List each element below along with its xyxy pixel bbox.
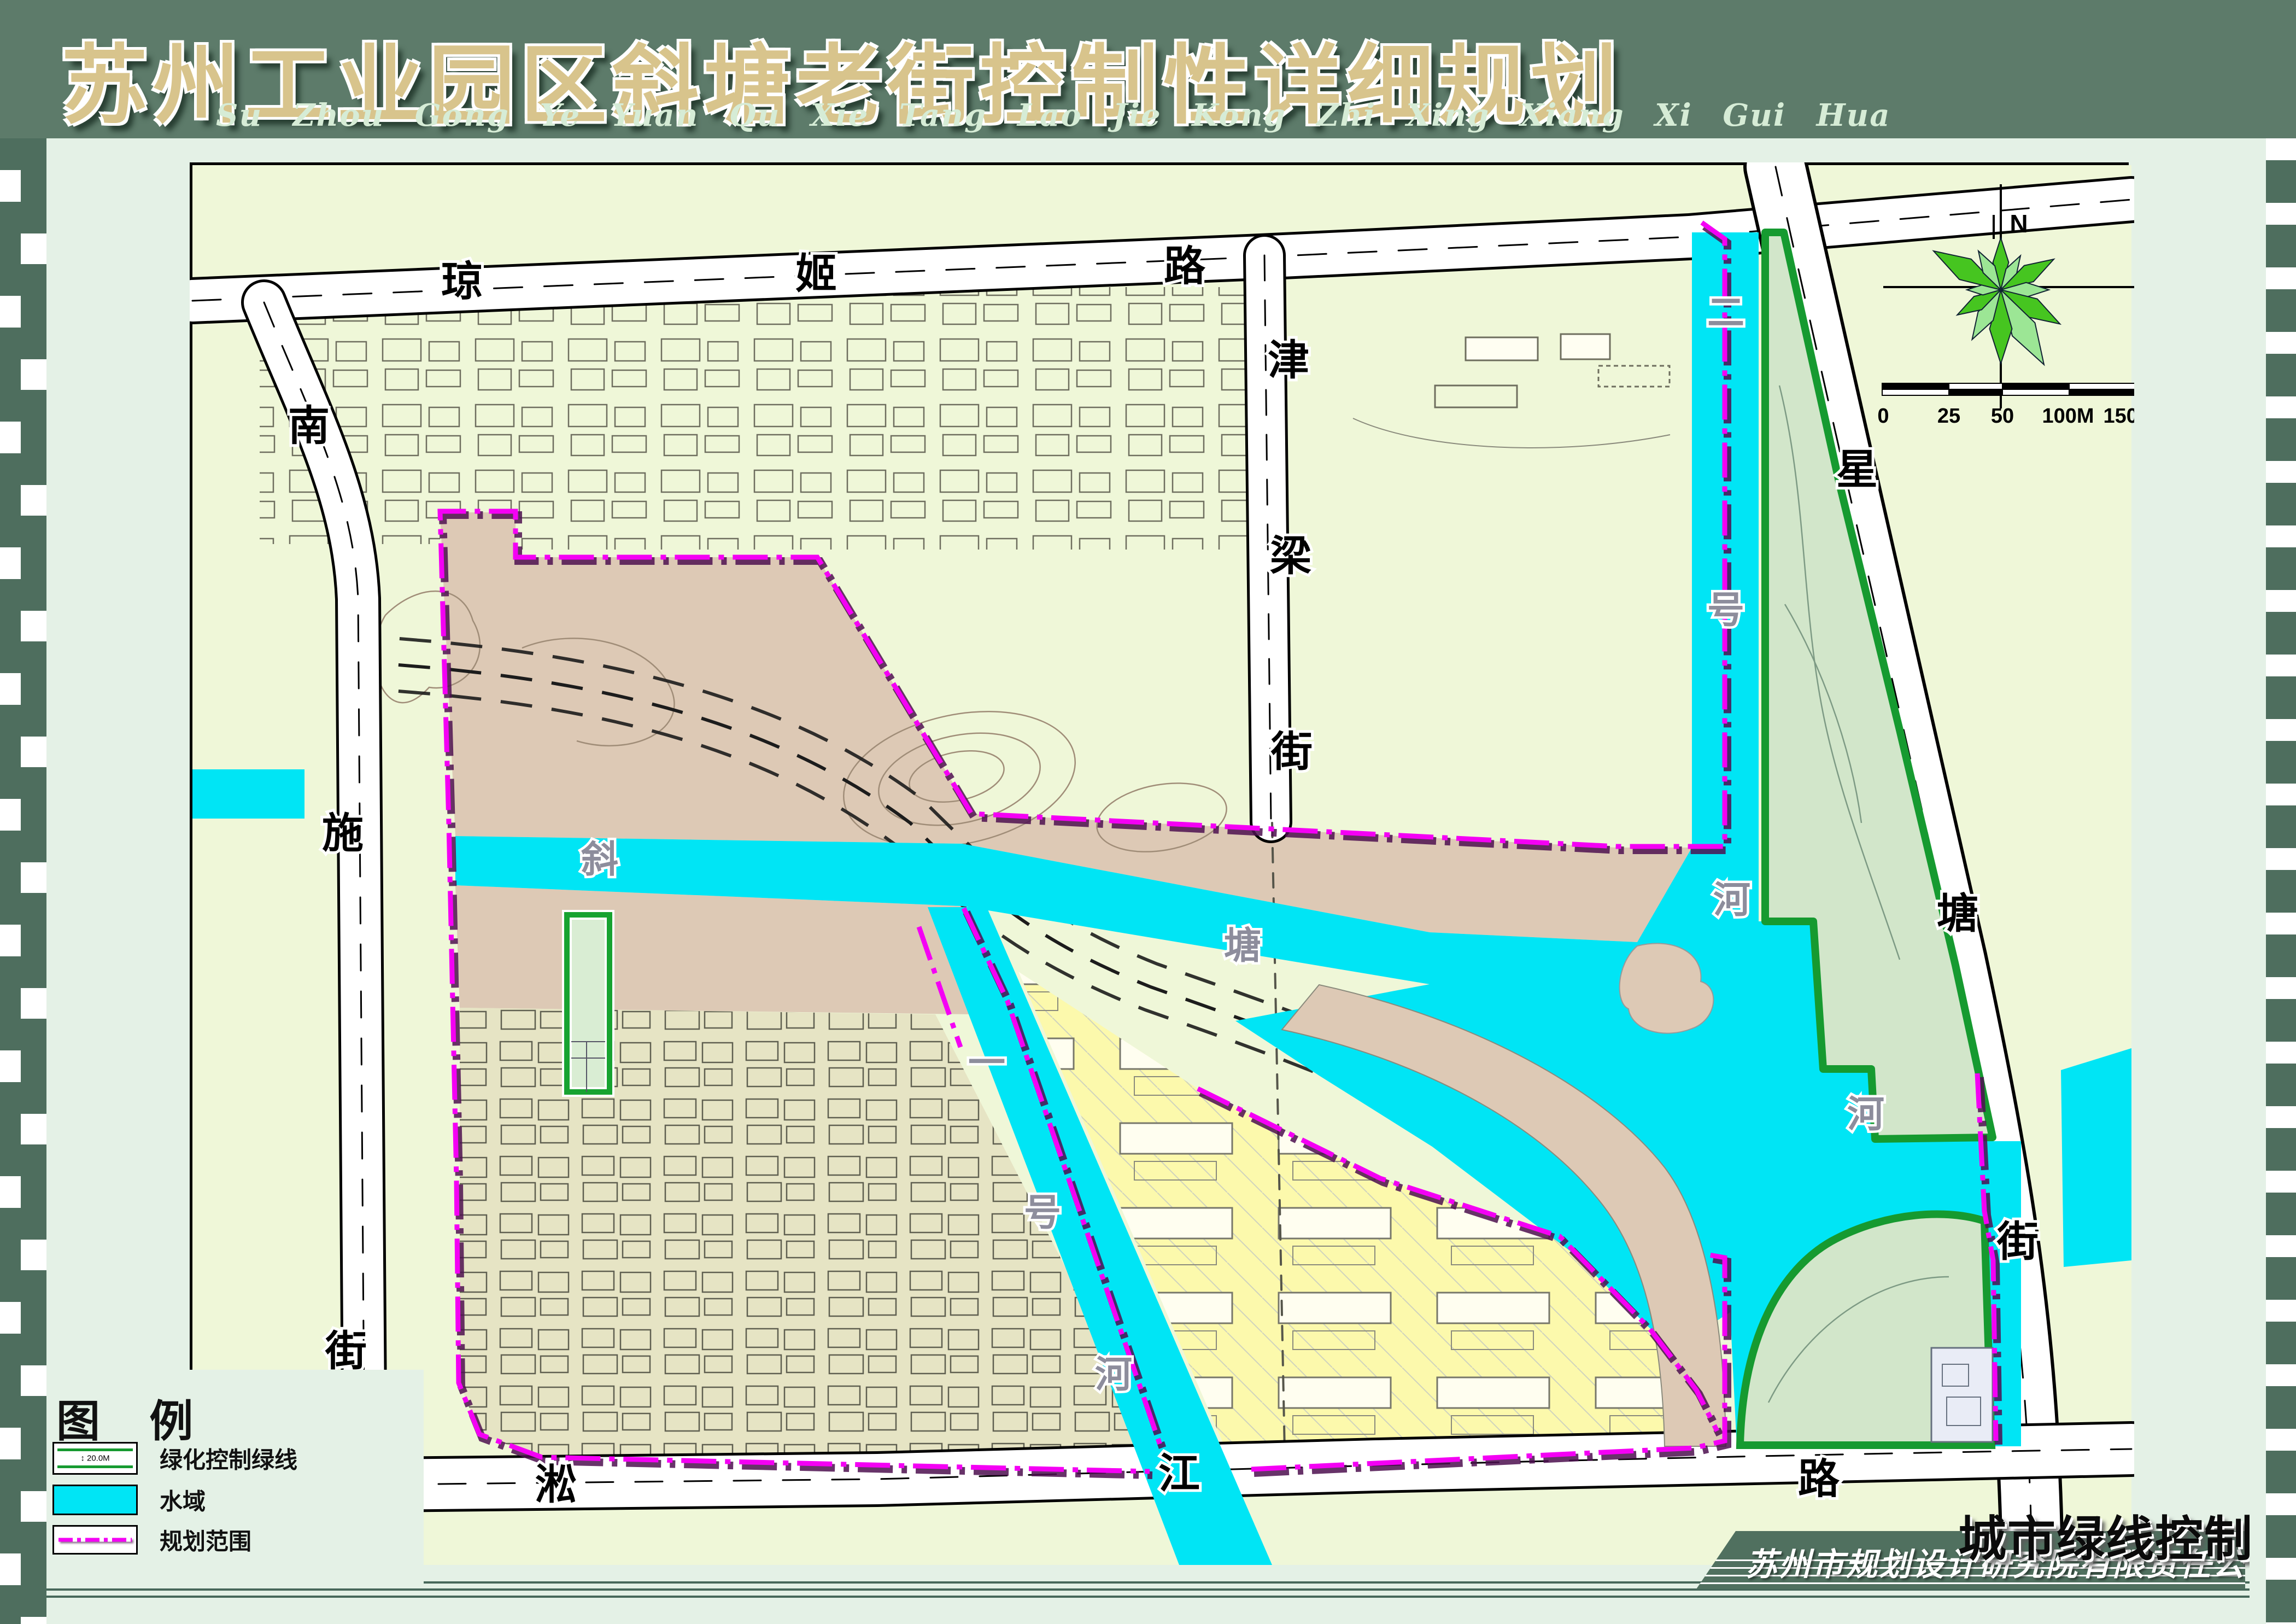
river-label-erhao-3: 河	[1713, 879, 1750, 921]
street-label-nanshi-1: 南	[288, 403, 330, 449]
street-label-qiongji-3: 路	[1164, 243, 1206, 290]
north-label: N	[2010, 209, 2028, 238]
street-label-jinliang-3: 街	[1270, 729, 1313, 775]
page-subtitle-pinyin: Su Zhou Gong Ye Yuan Qu Xie Tang Lao Jie…	[216, 97, 1891, 133]
street-label-songjiang-2: 江	[1158, 1451, 1200, 1497]
filmstrip-border-right	[2250, 138, 2296, 1624]
legend-title: 图 例	[56, 1386, 212, 1450]
planning-map-page: { "header": { "title": "苏州工业园区斜塘老街控制性详细规…	[0, 0, 2296, 1624]
scale-label-100: 100M	[2042, 405, 2094, 428]
planning-map-svg: 琼 姬 路 南 施 街 津 梁 街 星 塘 街 淞 江 路 斜 塘 河 二 号 …	[190, 162, 2134, 1568]
scale-label-0: 0	[1877, 405, 1889, 428]
green-control-rect	[567, 915, 610, 1092]
street-label-qiongji-2: 姬	[795, 251, 837, 297]
river-label-erhao-1: 二	[1707, 292, 1744, 334]
green-line-width-annotation: ↕ 20.0M	[80, 1454, 109, 1463]
river-label-xietang-3: 河	[1847, 1094, 1884, 1135]
river-label-erhao-2: 号	[1707, 589, 1744, 631]
legend-label-water: 水域	[160, 1483, 206, 1517]
north-residential-fabric	[260, 287, 1249, 550]
map-sheet-name: 城市绿线控制图	[1958, 1500, 2296, 1570]
river-label-yihao-1: 一	[968, 1042, 1005, 1084]
river-label-yihao-3: 河	[1095, 1354, 1132, 1395]
river-under	[192, 769, 304, 819]
river-label-xietang-2: 塘	[1224, 925, 1261, 967]
scale-label-50: 50	[1991, 405, 2014, 428]
street-label-jinliang-1: 津	[1268, 337, 1309, 384]
title-banner: 苏州工业园区斜塘老街控制性详细规划 Su Zhou Gong Ye Yuan Q…	[0, 0, 2296, 138]
street-label-jinliang-2: 梁	[1270, 533, 1311, 580]
street-label-qiongji-1: 琼	[441, 259, 483, 305]
river-label-yihao-2: 号	[1024, 1192, 1061, 1234]
street-label-xingtang-3: 街	[1996, 1219, 2039, 1265]
green-control-line-symbol: ↕ 20.0M	[52, 1442, 138, 1475]
legend-item-water: 水域	[52, 1485, 413, 1515]
legend-label-boundary: 规划范围	[160, 1523, 251, 1557]
legend-item-boundary: 规划范围	[52, 1525, 413, 1555]
street-label-nanshi-2: 施	[322, 810, 364, 857]
river-label-xietang-1: 斜	[581, 839, 618, 880]
park-compound	[1931, 1348, 1993, 1442]
legend-panel: 图 例 ↕ 20.0M 绿化控制绿线 水域 规划范围	[46, 1370, 424, 1588]
planning-boundary-symbol	[52, 1525, 138, 1555]
water-symbol	[52, 1485, 138, 1515]
street-label-songjiang-3: 路	[1798, 1456, 1840, 1503]
legend-label-green-control: 绿化控制绿线	[160, 1442, 297, 1475]
scale-label-150: 150M	[2103, 405, 2134, 428]
legend-item-green-control: ↕ 20.0M 绿化控制绿线	[52, 1442, 413, 1475]
map-canvas: 琼 姬 路 南 施 街 津 梁 街 星 塘 街 淞 江 路 斜 塘 河 二 号 …	[190, 162, 2129, 1562]
scale-label-25: 25	[1937, 405, 1960, 428]
street-label-nanshi-3: 街	[325, 1328, 367, 1375]
filmstrip-border-left	[0, 138, 46, 1624]
street-label-xingtang-2: 塘	[1937, 891, 1978, 937]
street-label-songjiang-1: 淞	[535, 1462, 577, 1508]
street-label-xingtang-1: 星	[1836, 447, 1878, 493]
